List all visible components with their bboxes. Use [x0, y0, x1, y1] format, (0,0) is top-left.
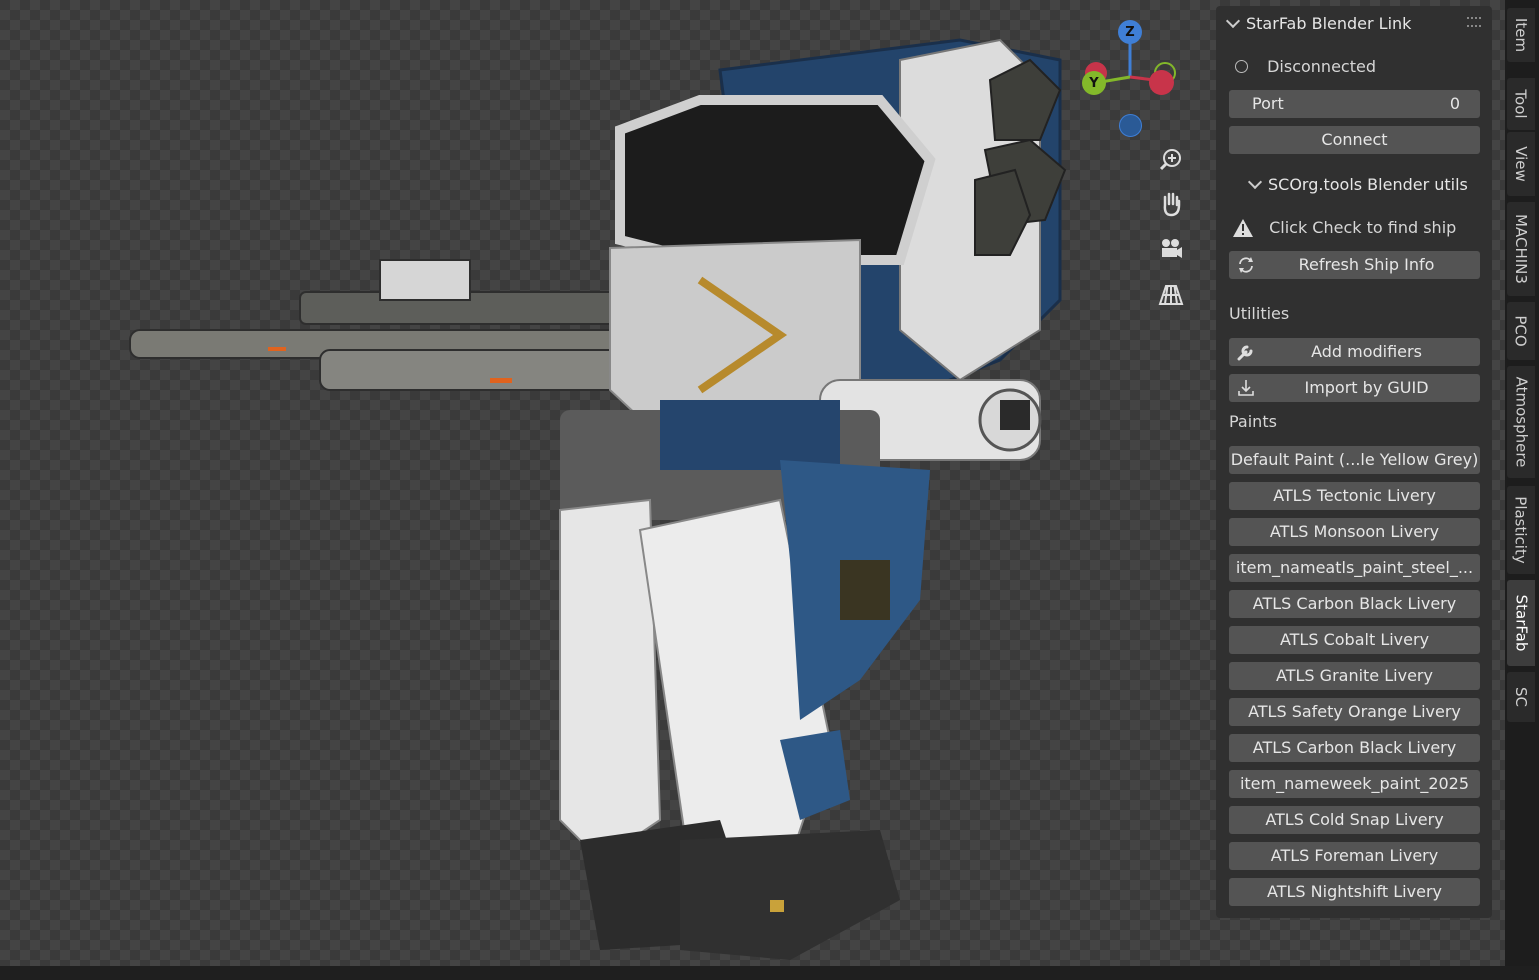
tab-label: View [1512, 146, 1531, 182]
tab-item[interactable]: Item [1507, 8, 1535, 62]
status-radio-icon [1235, 60, 1248, 73]
warning-icon [1233, 218, 1253, 237]
paint-button[interactable]: ATLS Monsoon Livery [1229, 518, 1480, 546]
tab-atmosphere[interactable]: Atmosphere [1507, 366, 1535, 478]
tab-view[interactable]: View [1507, 132, 1535, 196]
import-by-guid-button[interactable]: Import by GUID [1229, 374, 1480, 402]
tab-tool[interactable]: Tool [1507, 78, 1535, 130]
chevron-down-icon [1225, 13, 1241, 29]
chevron-down-icon [1247, 174, 1263, 190]
paint-button[interactable]: ATLS Carbon Black Livery [1229, 734, 1480, 762]
warning-row: Click Check to find ship [1232, 217, 1456, 238]
grid-perspective-icon[interactable] [1156, 280, 1186, 310]
tab-sc[interactable]: SC [1507, 672, 1535, 722]
tab-label: SC [1512, 687, 1530, 707]
wrench-icon [1237, 345, 1253, 361]
paint-button[interactable]: ATLS Tectonic Livery [1229, 482, 1480, 510]
paints-heading: Paints [1229, 412, 1277, 431]
import-guid-label: Import by GUID [1304, 378, 1429, 397]
paint-button[interactable]: ATLS Cobalt Livery [1229, 626, 1480, 654]
gizmo-y-label: Y [1089, 75, 1099, 91]
add-modifiers-label: Add modifiers [1311, 342, 1422, 361]
port-field[interactable]: Port 0 [1229, 90, 1480, 118]
paint-button[interactable]: ATLS Safety Orange Livery [1229, 698, 1480, 726]
tab-label: StarFab [1512, 594, 1531, 652]
refresh-ship-info-button[interactable]: Refresh Ship Info [1229, 251, 1480, 279]
refresh-icon [1239, 257, 1253, 273]
paint-button[interactable]: ATLS Nightshift Livery [1229, 878, 1480, 906]
pan-hand-icon[interactable] [1156, 189, 1186, 219]
tab-starfab[interactable]: StarFab [1507, 580, 1535, 666]
panel-header[interactable]: StarFab Blender Link [1225, 13, 1412, 33]
sidebar-panel: StarFab Blender Link Disconnected Port 0… [1216, 6, 1492, 918]
drag-handle-icon[interactable] [1467, 17, 1481, 27]
warning-text: Click Check to find ship [1269, 218, 1457, 237]
paint-button[interactable]: ATLS Carbon Black Livery [1229, 590, 1480, 618]
tab-label: MACHIN3 [1512, 214, 1531, 284]
tab-label: PCO [1512, 315, 1531, 347]
subpanel-title: SCOrg.tools Blender utils [1268, 175, 1468, 194]
tab-pco[interactable]: PCO [1507, 302, 1535, 360]
gizmo-z-negative[interactable] [1119, 114, 1142, 137]
tab-label: Plasticity [1512, 496, 1531, 564]
paint-button[interactable]: ATLS Foreman Livery [1229, 842, 1480, 870]
add-modifiers-button[interactable]: Add modifiers [1229, 338, 1480, 366]
status-bar [0, 966, 1539, 980]
paint-button[interactable]: ATLS Granite Livery [1229, 662, 1480, 690]
tab-label: Atmosphere [1512, 376, 1530, 468]
utilities-heading: Utilities [1229, 304, 1290, 323]
status-row: Disconnected [1235, 56, 1376, 76]
tab-plasticity[interactable]: Plasticity [1507, 486, 1535, 574]
port-value: 0 [1449, 94, 1460, 113]
import-icon [1238, 380, 1254, 396]
tab-label: Tool [1512, 89, 1531, 119]
tab-machin3[interactable]: MACHIN3 [1507, 202, 1535, 296]
connection-status: Disconnected [1267, 57, 1376, 76]
paint-button[interactable]: item_nameatls_paint_steel_... [1229, 554, 1480, 582]
mech-model-render [129, 38, 1067, 960]
panel-title: StarFab Blender Link [1246, 14, 1412, 33]
paint-button[interactable]: Default Paint (...le Yellow Grey) [1229, 446, 1480, 474]
zoom-in-icon[interactable] [1156, 144, 1186, 174]
gizmo-z-label: Z [1125, 24, 1135, 40]
sidebar-tabs: Item Tool View MACHIN3 PCO Atmosphere Plastici… [1505, 0, 1539, 966]
gizmo-x-axis[interactable] [1149, 70, 1174, 95]
paint-button[interactable]: ATLS Cold Snap Livery [1229, 806, 1480, 834]
refresh-label: Refresh Ship Info [1298, 255, 1435, 274]
tab-label: Item [1512, 17, 1530, 53]
connect-button[interactable]: Connect [1229, 126, 1480, 154]
gizmo-z-axis[interactable]: Z [1118, 20, 1142, 44]
port-label: Port [1252, 94, 1284, 113]
gizmo-y-axis[interactable]: Y [1082, 71, 1106, 95]
subpanel-header[interactable]: SCOrg.tools Blender utils [1247, 174, 1468, 194]
camera-icon[interactable] [1156, 234, 1186, 264]
paint-button[interactable]: item_nameweek_paint_2025 [1229, 770, 1480, 798]
